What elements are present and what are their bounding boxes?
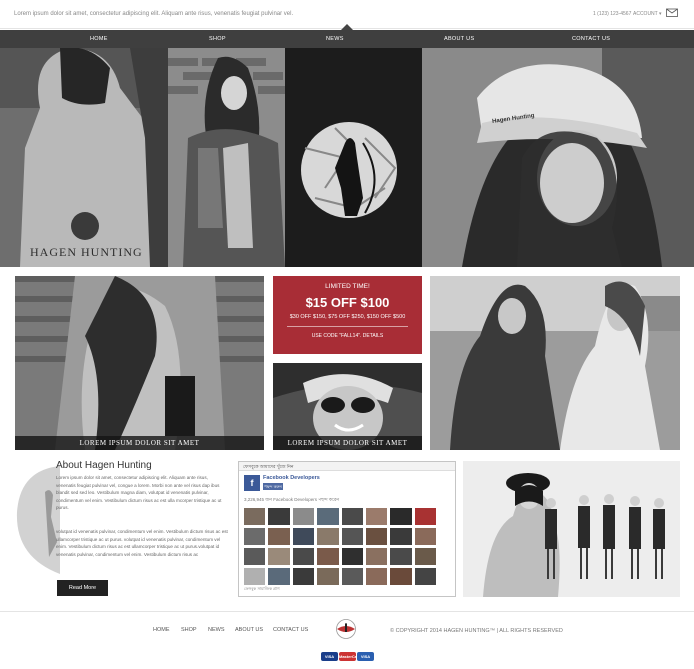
footer-link-about-us[interactable]: ABOUT US	[235, 627, 263, 633]
hero-photo-camo[interactable]	[168, 48, 285, 267]
nav-item-about-us[interactable]: ABOUT US	[444, 36, 474, 42]
fan-avatar[interactable]	[244, 548, 266, 565]
facebook-like-box: ফেসবুকে আমাদের খুঁজে নিন f Facebook Deve…	[238, 461, 456, 597]
fan-avatar[interactable]	[244, 508, 266, 525]
fan-avatar[interactable]	[341, 528, 363, 545]
hero-photo-cap[interactable]: Hagen Hunting	[422, 48, 694, 267]
group-photo[interactable]	[463, 461, 680, 597]
fan-avatar[interactable]	[365, 568, 388, 585]
fan-avatar[interactable]	[268, 528, 290, 545]
nav-item-contact-us[interactable]: CONTACT US	[572, 36, 610, 42]
main-nav: HOME SHOP NEWS ABOUT US CONTACT US	[0, 30, 694, 48]
fan-avatar[interactable]	[341, 508, 363, 525]
promo-limited-text: LIMITED TIME!	[325, 283, 370, 290]
about-title: About Hagen Hunting	[56, 460, 152, 471]
about-watermark-logo	[16, 466, 60, 574]
visa-card-icon: VISA	[321, 652, 338, 661]
feature-caption-left: LOREM IPSUM DOLOR SIT AMET	[15, 436, 264, 450]
promo-tiers: $30 OFF $150, $75 OFF $250, $150 OFF $50…	[289, 314, 406, 320]
fan-avatar[interactable]	[317, 528, 339, 545]
hero-logo-panel[interactable]	[285, 48, 422, 267]
promo-code-link[interactable]: USE CODE "FALL14". DETAILS	[273, 333, 422, 339]
facebook-like-count: 3,226,945 জন Facebook Developers পছন্দ ক…	[244, 497, 340, 502]
fan-avatar[interactable]	[414, 508, 436, 525]
hero-photo-back[interactable]: HAGEN HUNTING	[0, 48, 168, 267]
nav-item-shop[interactable]: SHOP	[209, 36, 226, 42]
fan-avatar[interactable]	[390, 568, 412, 585]
promo-banner[interactable]: LIMITED TIME! $15 OFF $100 $30 OFF $150,…	[273, 276, 422, 354]
facebook-fan-grid	[244, 508, 436, 585]
fan-avatar[interactable]	[341, 568, 363, 585]
fan-avatar[interactable]	[414, 568, 436, 585]
feature-photo-left[interactable]: LOREM IPSUM DOLOR SIT AMET	[15, 276, 264, 450]
fan-avatar[interactable]	[365, 508, 388, 525]
about-paragraph-1: Lorem ipsum dolor sit amet, consectetur …	[56, 475, 222, 511]
fan-avatar[interactable]	[268, 508, 290, 525]
fan-avatar[interactable]	[341, 548, 363, 565]
footer-link-home[interactable]: HOME	[153, 627, 170, 633]
fan-avatar[interactable]	[292, 508, 315, 525]
fan-avatar[interactable]	[414, 528, 436, 545]
mastercard-icon: MasterCard	[339, 652, 362, 661]
footer-link-contact-us[interactable]: CONTACT US	[273, 627, 308, 633]
facebook-like-button[interactable]: পছন্দ করুন	[263, 483, 283, 490]
feature-photo-center[interactable]: LOREM IPSUM DOLOR SIT AMET	[273, 363, 422, 450]
fan-avatar[interactable]	[268, 568, 290, 585]
footer-link-news[interactable]: NEWS	[208, 627, 225, 633]
fan-avatar[interactable]	[390, 548, 412, 565]
fan-avatar[interactable]	[365, 548, 388, 565]
about-paragraph-2: volutpat id venenatis pulvinar, condimen…	[56, 529, 228, 557]
promo-divider	[287, 326, 408, 327]
fan-avatar[interactable]	[268, 548, 290, 565]
hero-brand-text: HAGEN HUNTING	[30, 245, 143, 259]
fan-avatar[interactable]	[317, 548, 339, 565]
fan-avatar[interactable]	[292, 548, 315, 565]
facebook-widget-header: ফেসবুকে আমাদের খুঁজে নিন	[239, 462, 455, 471]
feature-caption-center: LOREM IPSUM DOLOR SIT AMET	[273, 436, 422, 450]
fan-avatar[interactable]	[317, 508, 339, 525]
fan-avatar[interactable]	[414, 548, 436, 565]
fan-avatar[interactable]	[317, 568, 339, 585]
footer-copyright: © COPYRIGHT 2014 HAGEN HUNTING™ | ALL RI…	[390, 628, 563, 634]
footer-logo-icon[interactable]	[336, 619, 356, 639]
fan-avatar[interactable]	[244, 568, 266, 585]
feature-photo-right[interactable]	[430, 276, 680, 450]
fan-avatar[interactable]	[292, 568, 315, 585]
nav-item-home[interactable]: HOME	[90, 36, 108, 42]
read-more-button[interactable]: Read More	[57, 580, 108, 596]
tagline: Lorem ipsum dolor sit amet, consectetur …	[14, 11, 294, 17]
fan-avatar[interactable]	[390, 508, 412, 525]
top-bar: Lorem ipsum dolor sit amet, consectetur …	[0, 0, 694, 30]
fan-avatar[interactable]	[365, 528, 388, 545]
fan-avatar[interactable]	[244, 528, 266, 545]
facebook-page-logo[interactable]: f	[244, 475, 260, 491]
facebook-plugin-footer[interactable]: ফেসবুক সামাজিক প্লাগ	[244, 586, 280, 593]
site-footer: HOME SHOP NEWS ABOUT US CONTACT US © COP…	[0, 611, 694, 669]
phone-number[interactable]: 1 (123) 123-4567	[593, 11, 631, 17]
facebook-page-name[interactable]: Facebook Developers	[263, 475, 320, 481]
footer-link-shop[interactable]: SHOP	[181, 627, 197, 633]
visa-electron-icon: VISA	[357, 652, 374, 661]
fan-avatar[interactable]	[292, 528, 315, 545]
account-menu[interactable]: ACCOUNT ▾	[633, 11, 662, 17]
fan-avatar[interactable]	[390, 528, 412, 545]
promo-headline: $15 OFF $100	[305, 295, 390, 310]
nav-item-news[interactable]: NEWS	[326, 36, 344, 42]
cart-icon[interactable]	[666, 8, 678, 17]
